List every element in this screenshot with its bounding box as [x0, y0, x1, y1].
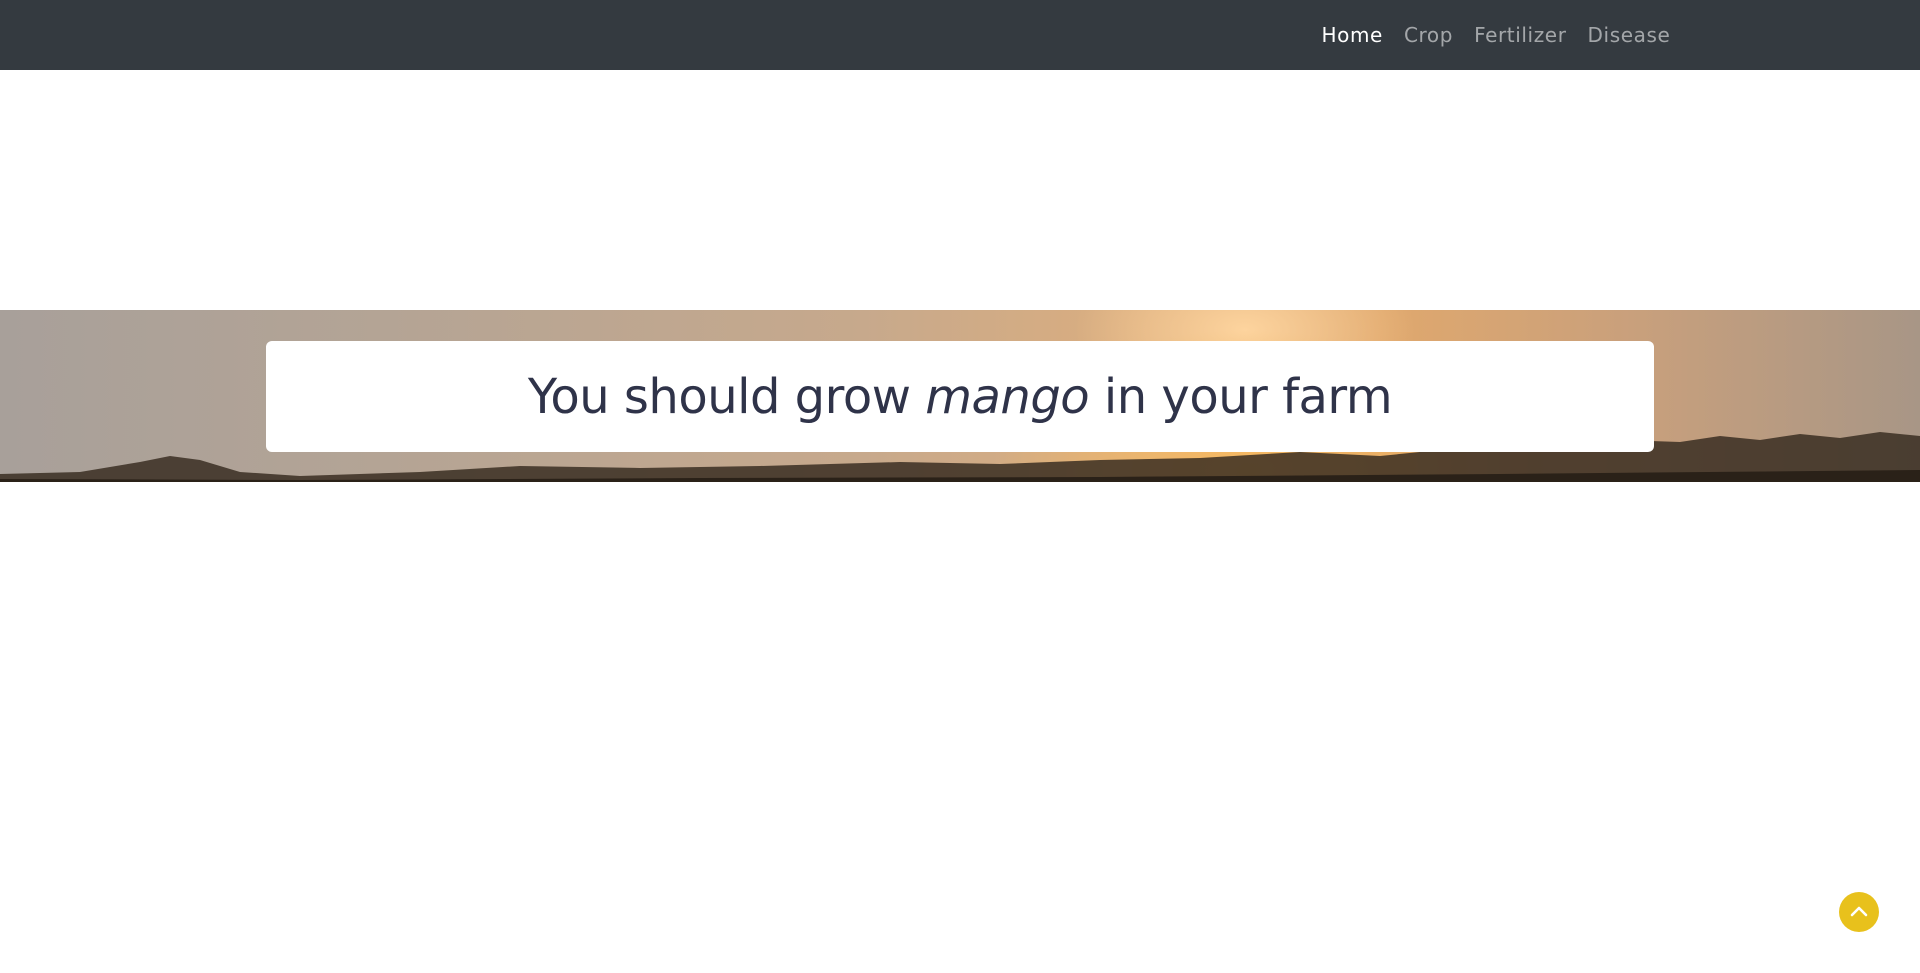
result-prefix: You should grow	[527, 368, 926, 425]
nav-links: Home Crop Fertilizer Disease	[1311, 0, 1681, 70]
nav-link-crop[interactable]: Crop	[1393, 23, 1463, 47]
recommended-crop: mango	[925, 368, 1090, 425]
nav-link-home[interactable]: Home	[1311, 23, 1393, 47]
chevron-up-icon	[1850, 906, 1868, 917]
nav-link-fertilizer[interactable]: Fertilizer	[1464, 23, 1577, 47]
nav-link-disease[interactable]: Disease	[1577, 23, 1681, 47]
back-to-top-button[interactable]	[1839, 892, 1879, 932]
top-navbar: Home Crop Fertilizer Disease	[0, 0, 1920, 70]
prediction-result-card: You should grow mango in your farm	[266, 341, 1654, 452]
prediction-result-text: You should grow mango in your farm	[527, 368, 1393, 425]
result-suffix: in your farm	[1089, 368, 1393, 425]
